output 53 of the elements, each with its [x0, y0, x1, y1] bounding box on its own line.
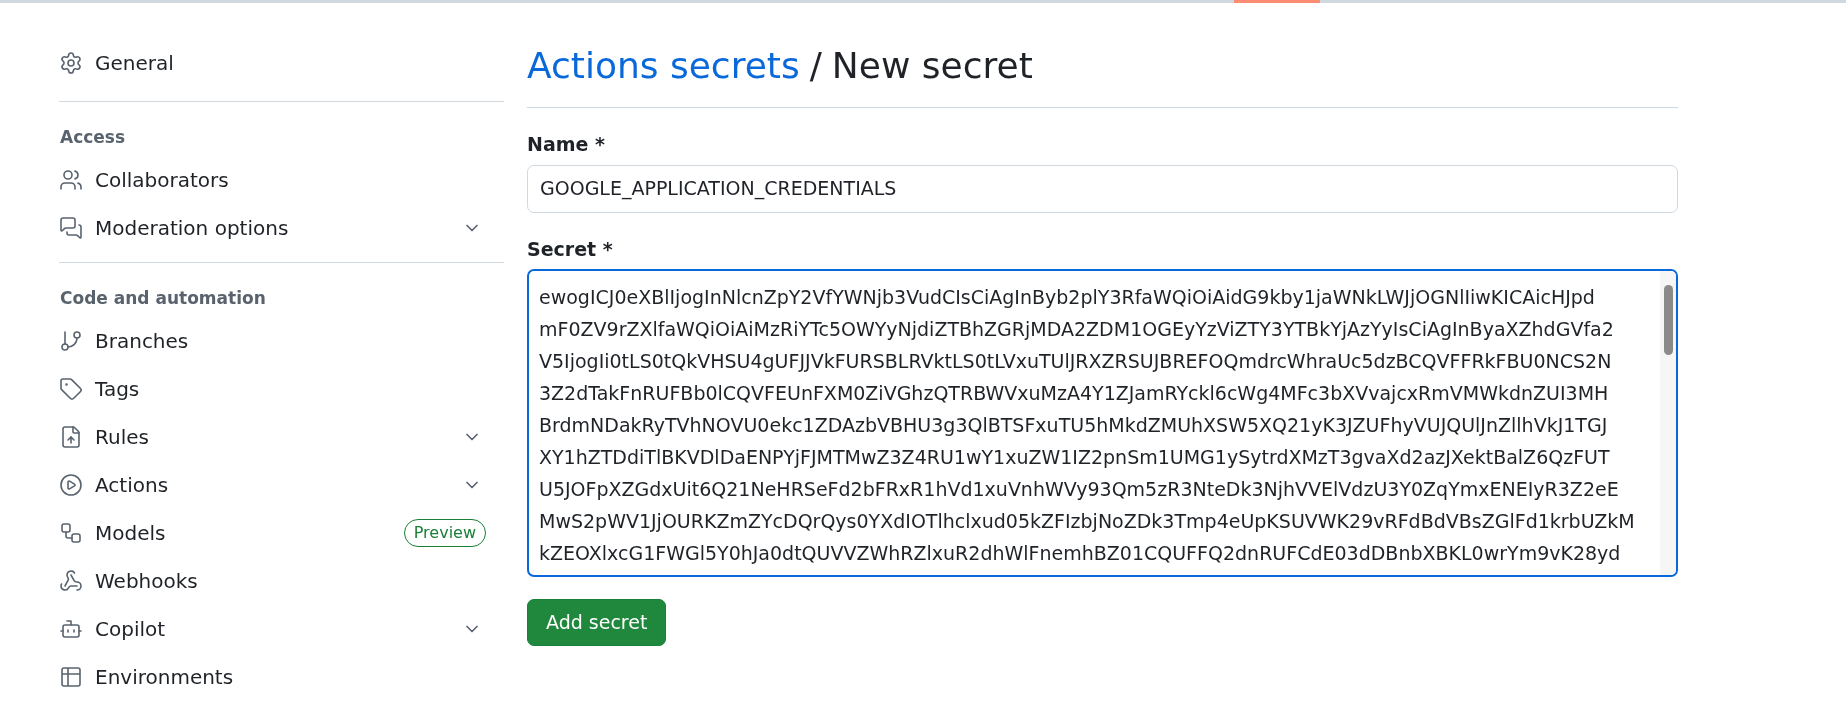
secret-text-line: XY1hZTDdiTlBKVDlDaENPYjFJMTMwZ3Z4RU1wY1xuZW1IZ2pnSm1UMG1ySytrdXMzT3gvaXd2azJXektBalZ6QzFUT [539, 445, 1611, 470]
secret-text-line: ewogICJ0eXBlIjogInNlcnZpY2VfYWNjb3VudCIsCiAgInByb2plY3RfaWQiOiAidG9kby1jaWNkLWJjOGNlIiwKICAicHJpd [539, 285, 1596, 310]
sidebar-label: General [95, 50, 175, 77]
sidebar-item[interactable]: Moderation options [59, 204, 504, 252]
secret-text-line: BrdmNDakRyTVhNOVU0ekc1ZDAzbVBHU3g3QlBTSFxuTU5hMkdZMUhXSW5XQ21yK3JZUFhyVUJQUlJnZllhVkJ1TGJ [539, 413, 1609, 438]
secret-text-line: MwS2pWV1JjOURKZmZYcDQrQys0YXdIOTlhclxud05kZFIzbjNoZDk3Tmp4eUpKSUVWK29vRFdBdVBsZGlFd1krbUZkM [539, 509, 1636, 534]
sidebar-item[interactable]: Actions [59, 461, 504, 509]
tag-icon [59, 377, 83, 401]
section-heading: Access [59, 126, 127, 150]
secret-text-line: 3Z2dTakFnRUFBb0lCQVFEUnFXM0ZiVGhzQTRBWVxuMzA4Y1ZJamRYckl6cWg4MFc3bXVvajcxRmVMWkdnZUI3MH [539, 381, 1610, 406]
play-circle-icon [59, 473, 83, 497]
sidebar-label: Actions [95, 472, 170, 499]
secret-text-line: mF0ZV9rZXlfaWQiOiAiMzRiYTc5OWYyNjdiZTBhZGRjMDA2ZDM1OGEyYzViZTY3YTBkYjAzYyIsCiAgInByaXZhdGVfa2 [539, 317, 1615, 342]
breadcrumb-link[interactable]: Actions secrets [527, 39, 800, 93]
sidebar-label: Rules [95, 424, 150, 451]
table-icon [59, 665, 83, 689]
sidebar-item[interactable]: General [59, 39, 504, 87]
file-upload-icon [59, 425, 83, 449]
section-heading: Code and automation [59, 287, 267, 311]
sidebar-item[interactable]: Collaborators [59, 156, 504, 204]
sidebar-label: Webhooks [95, 568, 199, 595]
speech-bubbles-icon [59, 216, 83, 240]
sidebar-label: Copilot [95, 616, 167, 643]
webhook-icon [59, 569, 83, 593]
sidebar-item[interactable]: Models Preview [59, 509, 504, 557]
field-label: Name * [527, 132, 606, 157]
field-label: Secret * [527, 236, 614, 262]
sidebar-item[interactable]: Copilot [59, 605, 504, 653]
sidebar-label: Branches [95, 328, 190, 355]
secret-text-line: V5IjogIi0tLS0tQkVHSU4gUFJJVkFURSBLRVktLS0tLVxuTUlJRXZRSUJBREFOQmdrcWhraUc5dzBCQVFFRkFBU0NCS2N [539, 349, 1613, 374]
branch-icon [59, 329, 83, 353]
page-title: New secret [831, 44, 1033, 88]
secret-text-area[interactable] [527, 269, 1678, 577]
sidebar-item[interactable]: Webhooks [59, 557, 504, 605]
name-input-field[interactable]: GOOGLE_APPLICATION_CREDENTIALS [527, 164, 1678, 213]
sidebar-label: Tags [95, 376, 141, 403]
sidebar-item[interactable]: Tags [59, 365, 504, 413]
add-secret-button[interactable]: Add secret [527, 599, 667, 646]
sidebar-item[interactable]: Environments [59, 653, 504, 701]
robot-icon [59, 617, 83, 641]
secret-text-line: kZEOXlxcG1FWGl5Y0hJa0dtQUVVZWhRZlxuR2dhWlFnemhBZ01CQUFFQ2dnRUFCdE03dDBnbXBKL0wrYm9vK28yd [539, 541, 1622, 566]
breadcrumb-separator: / [809, 44, 822, 88]
sidebar-label: Models [95, 520, 167, 547]
sidebar-item[interactable]: Rules [59, 413, 504, 461]
sidebar-label: Environments [95, 664, 235, 691]
sidebar-label: Collaborators [95, 167, 230, 194]
gear-icon [59, 51, 83, 75]
people-icon [59, 168, 83, 192]
scrollbar[interactable] [1660, 271, 1676, 575]
nodes-icon [59, 521, 83, 545]
secret-text-line: U5JOFpXZGdxUit6Q21NeHRSeFd2bFRxR1hVd1xuVnhWVy93Qm5zR3NteDk3NjhVVElVdzU3Y0ZqYmxENEIyR3Z2eE [539, 477, 1620, 502]
sidebar-item[interactable]: Branches [59, 317, 504, 365]
sidebar-label: Moderation options [95, 215, 290, 242]
